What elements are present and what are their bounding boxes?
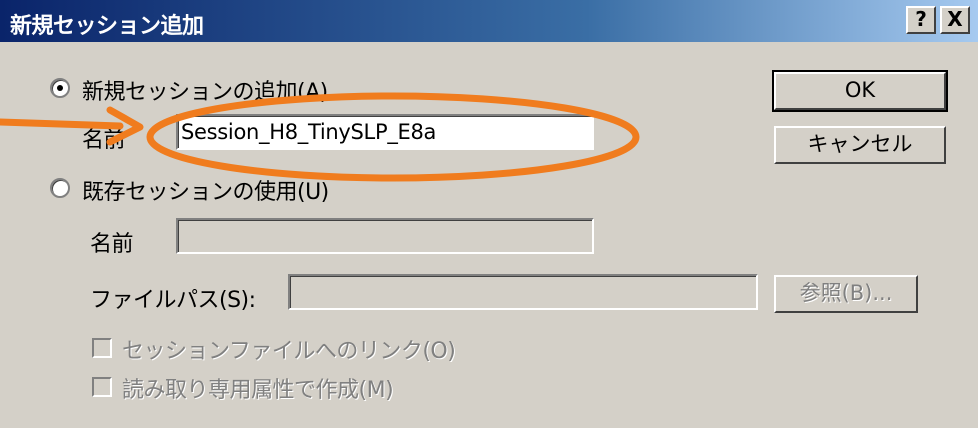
file-path-field[interactable] — [288, 274, 758, 310]
existing-session-name-field[interactable] — [176, 218, 594, 254]
existing-session-name-label: 名前 — [90, 232, 134, 257]
radio-selected-dot — [57, 85, 63, 91]
existing-session-radio[interactable] — [50, 178, 70, 198]
link-session-file-checkbox[interactable] — [92, 338, 112, 358]
read-only-label: 読み取り専用属性で作成(M) — [122, 378, 394, 403]
help-button[interactable]: ? — [906, 6, 936, 34]
close-button[interactable]: X — [940, 6, 970, 34]
existing-session-label: 既存セッションの使用(U) — [82, 180, 329, 205]
new-session-name-label: 名前 — [82, 128, 126, 153]
browse-button[interactable]: 参照(B)... — [774, 275, 918, 313]
link-session-file-label: セッションファイルへのリンク(O) — [122, 339, 456, 364]
cancel-button[interactable]: キャンセル — [774, 126, 946, 164]
read-only-checkbox[interactable] — [92, 377, 112, 397]
new-session-label: 新規セッションの追加(A) — [82, 80, 328, 105]
new-session-name-input[interactable] — [181, 118, 587, 146]
new-session-name-field[interactable] — [176, 114, 594, 150]
new-session-dialog: 新規セッション追加 ? X 新規セッションの追加(A) 名前 既存セッションの使… — [0, 0, 978, 428]
new-session-radio[interactable] — [50, 78, 70, 98]
file-path-label: ファイルパス(S): — [90, 288, 256, 313]
ok-button[interactable]: OK — [772, 70, 948, 112]
title-bar: 新規セッション追加 ? X — [0, 0, 978, 42]
window-title: 新規セッション追加 — [10, 14, 204, 39]
